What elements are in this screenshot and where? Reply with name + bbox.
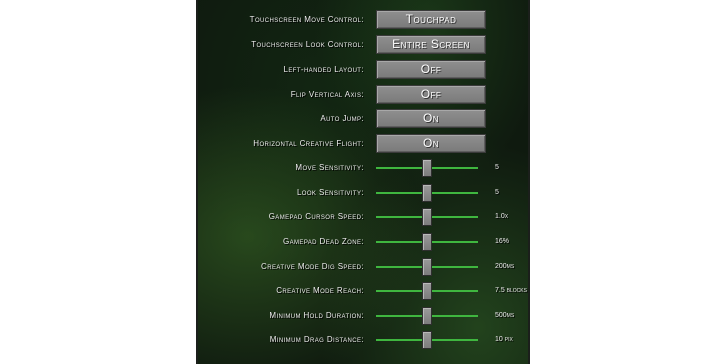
left-handed-layout-button[interactable]: Off: [376, 60, 486, 79]
setting-label: Auto Jump:: [320, 114, 364, 123]
setting-row-move-sensitivity: Move Sensitivity: 5: [198, 158, 528, 178]
slider-handle[interactable]: [422, 184, 432, 202]
setting-row-auto-jump: Auto Jump: On: [198, 109, 528, 129]
minimum-drag-distance-slider[interactable]: [376, 330, 478, 350]
horizontal-creative-flight-button[interactable]: On: [376, 134, 486, 153]
setting-row-creative-mode-reach: Creative Mode Reach: 7.5 blocks: [198, 281, 528, 301]
touchscreen-look-control-button[interactable]: Entire Screen: [376, 35, 486, 54]
settings-panel: Touchscreen Move Control: Touchpad Touch…: [196, 0, 530, 364]
gamepad-cursor-speed-slider[interactable]: [376, 207, 478, 227]
minimum-hold-duration-slider[interactable]: [376, 306, 478, 326]
slider-value: 10 pix: [495, 336, 513, 343]
setting-row-flip-vertical-axis: Flip Vertical Axis: Off: [198, 85, 528, 105]
setting-label: Gamepad Dead Zone:: [283, 237, 364, 246]
slider-handle[interactable]: [422, 208, 432, 226]
slider-value: 200ms: [495, 263, 515, 270]
setting-row-creative-mode-dig-speed: Creative Mode Dig Speed: 200ms: [198, 257, 528, 277]
slider-value: 1.0x: [495, 213, 509, 220]
setting-row-touchscreen-move-control: Touchscreen Move Control: Touchpad: [198, 10, 528, 30]
setting-label: Move Sensitivity:: [295, 163, 364, 172]
move-sensitivity-slider[interactable]: [376, 158, 478, 178]
setting-row-gamepad-cursor-speed: Gamepad Cursor Speed: 1.0x: [198, 207, 528, 227]
setting-label: Gamepad Cursor Speed:: [268, 212, 364, 221]
setting-row-look-sensitivity: Look Sensitivity: 5: [198, 183, 528, 203]
setting-label: Touchscreen Move Control:: [249, 15, 364, 24]
touchscreen-move-control-button[interactable]: Touchpad: [376, 10, 486, 29]
slider-handle[interactable]: [422, 258, 432, 276]
setting-row-horizontal-creative-flight: Horizontal Creative Flight: On: [198, 134, 528, 154]
slider-handle[interactable]: [422, 233, 432, 251]
slider-handle[interactable]: [422, 159, 432, 177]
setting-label: Left-handed Layout:: [283, 65, 364, 74]
setting-row-left-handed-layout: Left-handed Layout: Off: [198, 60, 528, 80]
slider-value: 16%: [495, 238, 510, 245]
setting-label: Minimum Drag Distance:: [269, 335, 364, 344]
slider-handle[interactable]: [422, 331, 432, 349]
creative-mode-reach-slider[interactable]: [376, 281, 478, 301]
slider-handle[interactable]: [422, 282, 432, 300]
slider-value: 5: [495, 189, 499, 196]
setting-row-minimum-hold-duration: Minimum Hold Duration: 500ms: [198, 306, 528, 326]
auto-jump-button[interactable]: On: [376, 109, 486, 128]
setting-label: Look Sensitivity:: [296, 188, 364, 197]
slider-value: 500ms: [495, 312, 515, 319]
setting-row-gamepad-dead-zone: Gamepad Dead Zone: 16%: [198, 232, 528, 252]
setting-label: Minimum Hold Duration:: [269, 311, 364, 320]
flip-vertical-axis-button[interactable]: Off: [376, 85, 486, 104]
setting-row-minimum-drag-distance: Minimum Drag Distance: 10 pix: [198, 330, 528, 350]
setting-label: Horizontal Creative Flight:: [253, 139, 364, 148]
gamepad-dead-zone-slider[interactable]: [376, 232, 478, 252]
setting-row-touchscreen-look-control: Touchscreen Look Control: Entire Screen: [198, 35, 528, 55]
slider-value: 7.5 blocks: [495, 287, 527, 294]
look-sensitivity-slider[interactable]: [376, 183, 478, 203]
slider-handle[interactable]: [422, 307, 432, 325]
creative-mode-dig-speed-slider[interactable]: [376, 257, 478, 277]
slider-value: 5: [495, 164, 499, 171]
setting-label: Flip Vertical Axis:: [290, 90, 364, 99]
setting-label: Creative Mode Reach:: [276, 286, 364, 295]
setting-label: Creative Mode Dig Speed:: [261, 262, 364, 271]
setting-label: Touchscreen Look Control:: [251, 40, 364, 49]
